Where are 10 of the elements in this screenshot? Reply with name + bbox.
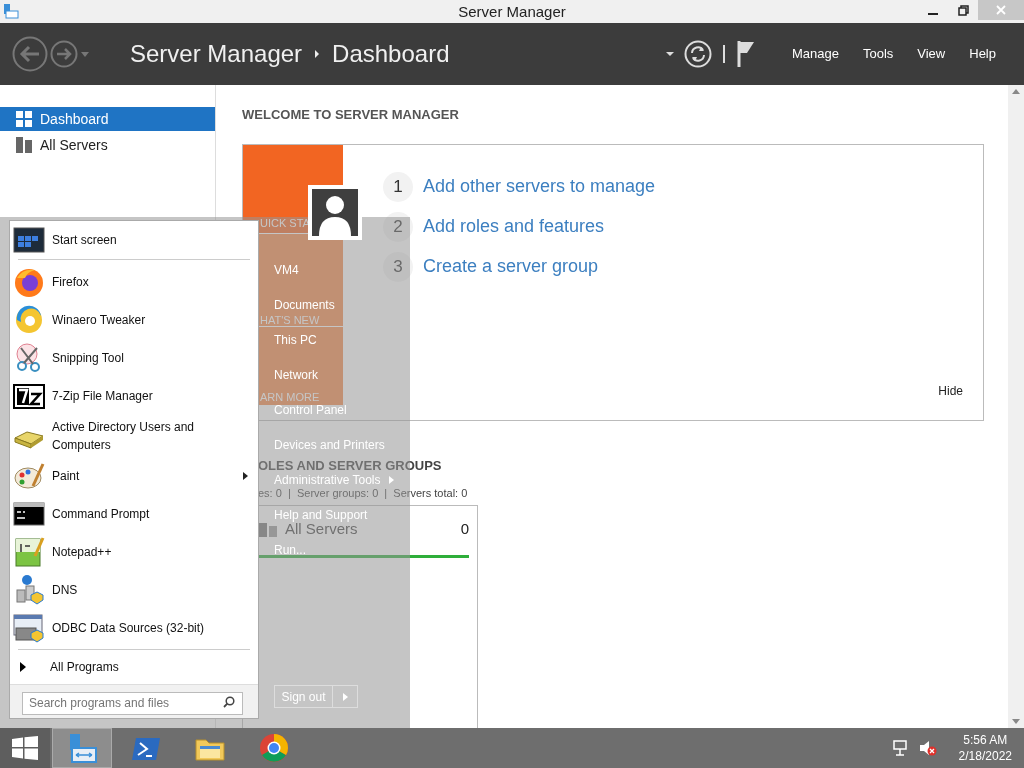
breadcrumb-item: Dashboard [332, 39, 450, 69]
step-number: 3 [383, 251, 413, 282]
section-heading: OLES AND SERVER GROUPS [258, 457, 443, 474]
step-number: 2 [383, 211, 413, 242]
step-number: 1 [383, 171, 413, 202]
section-heading: WELCOME TO SERVER MANAGER [242, 106, 460, 124]
tile-count: 0 [460, 520, 469, 537]
summary-text: es: 0 | Server groups: 0 | Servers total: 0 [258, 486, 468, 500]
window-title: Server Manager [458, 2, 566, 22]
tile-title: All Servers [285, 520, 358, 537]
